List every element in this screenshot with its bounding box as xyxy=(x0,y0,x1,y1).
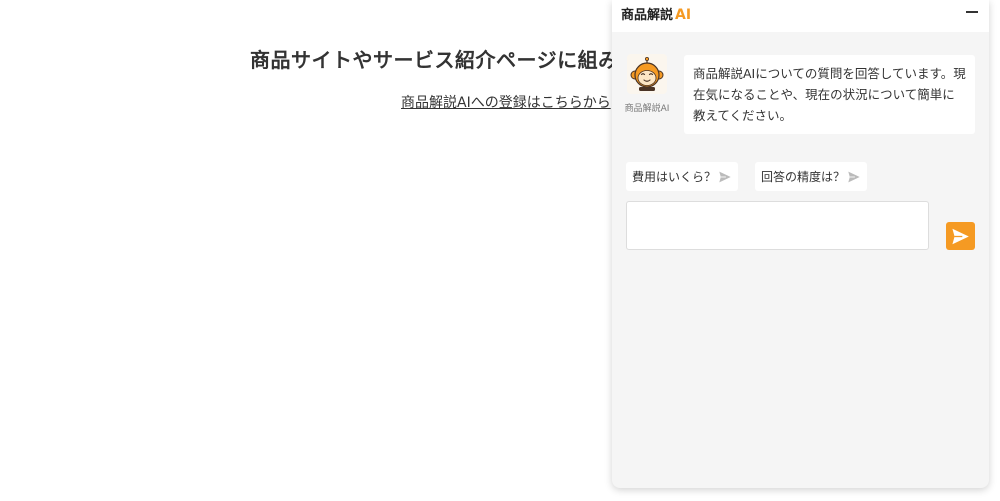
paper-plane-icon xyxy=(952,228,969,244)
paper-plane-icon xyxy=(719,171,731,182)
monkey-robot-icon xyxy=(630,57,664,91)
register-link[interactable]: 商品解説AIへの登録はこちらから xyxy=(401,92,611,112)
send-button[interactable] xyxy=(946,222,975,250)
page: 商品サイトやサービス紹介ページに組み込 商品解説AIへの登録はこちらから 商品解… xyxy=(0,0,1000,501)
suggestion-label: 費用はいくら？ xyxy=(632,170,717,184)
suggestion-cost[interactable]: 費用はいくら？ xyxy=(626,162,738,191)
chat-header: 商品解説 AI xyxy=(612,0,989,32)
chat-title-text: 商品解説 xyxy=(621,8,674,23)
bot-message: 商品解説AIについての質問を回答しています。現在気になることや、現在の状況につい… xyxy=(684,55,975,134)
suggestion-accuracy[interactable]: 回答の精度は？ xyxy=(755,162,867,191)
suggestion-label: 回答の精度は？ xyxy=(761,170,846,184)
minimize-button[interactable] xyxy=(962,2,982,22)
page-heading: 商品サイトやサービス紹介ページに組み込 xyxy=(250,48,640,72)
minimize-icon xyxy=(966,11,978,13)
chat-widget: 商品解説 AI 商品解説AI 商品解説AIについての質問を回答しています。現在気に… xyxy=(612,0,989,488)
chat-title-ai: AI xyxy=(675,7,692,23)
bot-name: 商品解説AI xyxy=(624,104,670,114)
bot-avatar xyxy=(627,54,667,94)
chat-input[interactable] xyxy=(626,201,929,250)
chat-title: 商品解説 AI xyxy=(621,4,691,23)
paper-plane-icon xyxy=(848,171,860,182)
